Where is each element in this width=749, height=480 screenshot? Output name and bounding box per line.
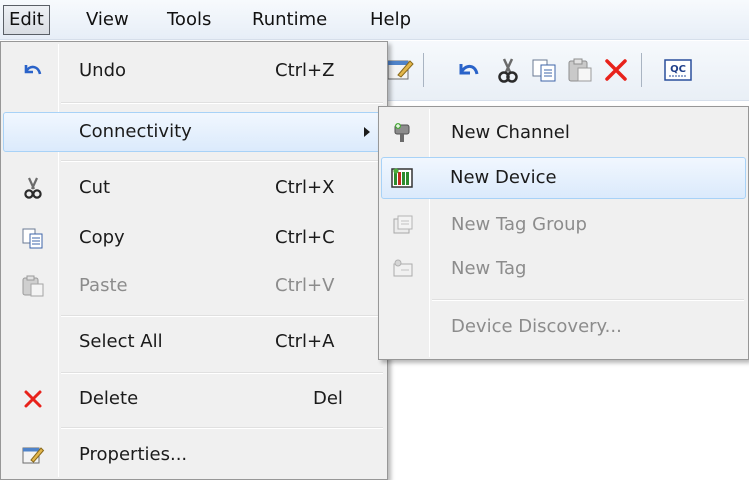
cut-icon[interactable] xyxy=(493,55,523,85)
menu-item-select-all[interactable]: Select All Ctrl+A xyxy=(3,321,385,363)
properties-icon xyxy=(22,447,45,464)
scissors-icon xyxy=(24,177,42,199)
menu-item-shortcut: Ctrl+A xyxy=(275,331,335,352)
menu-bar: Edit View Tools Runtime Help xyxy=(0,0,749,40)
copy-icon xyxy=(22,228,43,249)
menu-item-label: Paste xyxy=(79,275,128,296)
menu-item-label: Connectivity xyxy=(79,121,192,142)
menu-item-paste[interactable]: Paste Ctrl+V xyxy=(3,266,385,306)
menu-item-new-tag[interactable]: New Tag xyxy=(381,249,746,289)
menu-item-shortcut: Ctrl+X xyxy=(275,177,335,198)
quick-client-icon[interactable]: QC xyxy=(663,55,693,85)
new-tag-group-icon xyxy=(393,215,413,234)
submenu-arrow-icon xyxy=(364,127,370,137)
menu-item-label: New Channel xyxy=(451,122,570,143)
new-channel-icon xyxy=(394,123,410,142)
undo-icon xyxy=(24,65,42,75)
menu-separator xyxy=(61,160,383,162)
menu-tools[interactable]: Tools xyxy=(161,5,217,35)
menu-item-shortcut: Ctrl+Z xyxy=(275,60,335,81)
paste-icon xyxy=(22,275,44,297)
properties-icon[interactable] xyxy=(385,55,415,85)
menu-item-new-tag-group[interactable]: New Tag Group xyxy=(381,205,746,245)
menu-item-label: Undo xyxy=(79,60,127,81)
menu-item-new-device[interactable]: New Device xyxy=(381,157,746,199)
menu-item-label: Device Discovery... xyxy=(451,316,622,337)
menu-item-properties[interactable]: Properties... xyxy=(3,434,385,476)
menu-item-new-channel[interactable]: New Channel xyxy=(381,113,746,153)
menu-item-connectivity[interactable]: Connectivity xyxy=(3,112,385,152)
menu-separator xyxy=(61,372,383,374)
menu-item-cut[interactable]: Cut Ctrl+X xyxy=(3,168,385,208)
menu-edit[interactable]: Edit xyxy=(3,5,50,35)
menu-separator xyxy=(61,315,383,317)
menu-item-label: Properties... xyxy=(79,444,188,465)
menu-item-undo[interactable]: Undo Ctrl+Z xyxy=(3,50,385,92)
menu-item-label: Delete xyxy=(79,388,139,409)
new-device-icon xyxy=(391,168,413,188)
menu-separator xyxy=(61,102,383,104)
menu-item-device-discovery[interactable]: Device Discovery... xyxy=(381,306,746,348)
menu-help[interactable]: Help xyxy=(364,5,417,35)
delete-x-icon xyxy=(24,390,42,408)
menu-item-delete[interactable]: Delete Del xyxy=(3,378,385,420)
menu-item-label: Select All xyxy=(79,331,163,352)
menu-item-shortcut: Ctrl+V xyxy=(275,275,335,296)
new-tag-icon xyxy=(393,259,413,277)
app-window: Edit View Tools Runtime Help QC Undo Ctr… xyxy=(0,0,749,480)
menu-item-label: Copy xyxy=(79,227,125,248)
undo-icon[interactable] xyxy=(453,55,483,85)
menu-item-copy[interactable]: Copy Ctrl+C xyxy=(3,218,385,258)
toolbar-separator xyxy=(641,53,642,87)
menu-separator xyxy=(61,427,383,429)
menu-item-shortcut: Ctrl+C xyxy=(275,227,335,248)
delete-icon[interactable] xyxy=(601,55,631,85)
paste-icon[interactable] xyxy=(565,55,595,85)
menu-item-label: New Device xyxy=(450,167,557,188)
edit-menu: Undo Ctrl+Z Connectivity Cut Ctrl+X Copy… xyxy=(0,41,388,480)
menu-item-label: New Tag Group xyxy=(451,214,587,235)
menu-item-label: Cut xyxy=(79,177,111,198)
menu-item-label: New Tag xyxy=(451,258,527,279)
menu-item-shortcut: Del xyxy=(313,388,343,409)
copy-icon[interactable] xyxy=(529,55,559,85)
connectivity-submenu: New Channel New Device New Tag Group New… xyxy=(378,106,749,360)
svg-text:QC: QC xyxy=(670,64,686,75)
toolbar: QC xyxy=(385,41,749,101)
menu-runtime[interactable]: Runtime xyxy=(246,5,333,35)
toolbar-separator xyxy=(423,53,424,87)
menu-separator xyxy=(432,299,744,301)
menu-view[interactable]: View xyxy=(80,5,135,35)
